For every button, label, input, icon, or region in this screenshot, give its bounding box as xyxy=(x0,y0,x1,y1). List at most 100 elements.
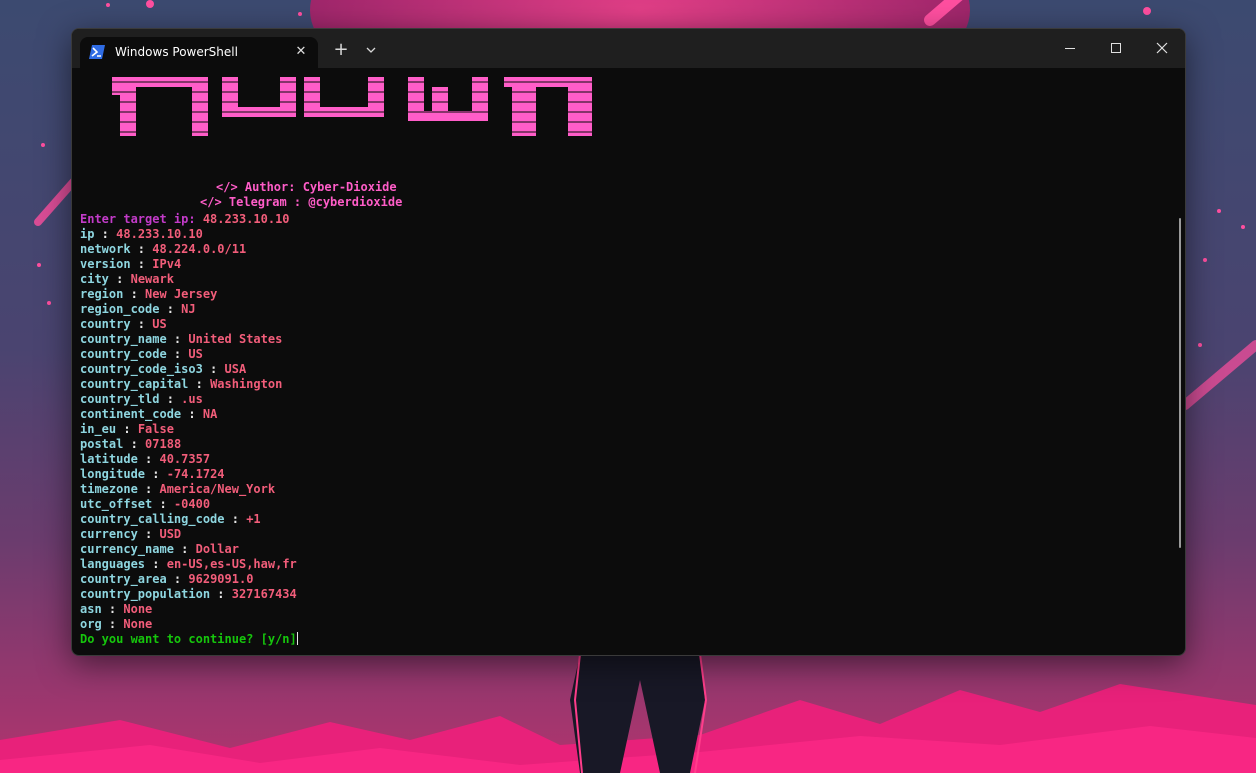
field-key: longitude xyxy=(80,467,146,481)
ascii-banner-logo xyxy=(112,77,592,136)
result-line: country_tld : .us xyxy=(80,392,298,407)
field-separator: : xyxy=(224,512,247,526)
terminal-output[interactable]: </> Author: Cyber-Dioxide </> Telegram :… xyxy=(72,68,1185,655)
result-line: longitude : -74.1724 xyxy=(80,467,298,482)
field-key: country_code xyxy=(80,347,167,361)
close-icon xyxy=(1156,42,1168,54)
field-separator: : xyxy=(145,557,167,571)
result-line: ip : 48.233.10.10 xyxy=(80,227,298,242)
field-separator: : xyxy=(145,467,167,481)
field-separator: : xyxy=(159,392,182,406)
field-value: New Jersey xyxy=(145,287,218,301)
field-value: US xyxy=(152,317,167,331)
field-value: 327167434 xyxy=(231,587,297,601)
result-line: org : None xyxy=(80,617,298,632)
field-key: country xyxy=(80,317,131,331)
tab-title: Windows PowerShell xyxy=(115,45,238,59)
field-separator: : xyxy=(137,452,160,466)
field-key: postal xyxy=(80,437,124,451)
result-line: asn : None xyxy=(80,602,298,617)
field-separator: : xyxy=(137,527,160,541)
field-key: utc_offset xyxy=(80,497,153,511)
field-separator: : xyxy=(166,572,189,586)
prompt-value: 48.233.10.10 xyxy=(202,212,290,226)
field-value: 48.233.10.10 xyxy=(116,227,203,241)
field-key: continent_code xyxy=(80,407,182,421)
chevron-down-icon[interactable] xyxy=(361,39,381,61)
field-separator: : xyxy=(101,602,124,616)
maximize-button[interactable] xyxy=(1093,29,1139,68)
close-window-button[interactable] xyxy=(1139,29,1185,68)
field-value: NA xyxy=(202,407,218,421)
field-separator: : xyxy=(130,317,153,331)
field-separator: : xyxy=(108,272,131,286)
continue-prompt[interactable]: Do you want to continue? [y/n] xyxy=(80,632,298,647)
field-key: country_tld xyxy=(80,392,160,406)
result-line: currency : USD xyxy=(80,527,298,542)
field-separator: : xyxy=(130,242,153,256)
field-key: in_eu xyxy=(80,422,117,436)
field-value: .us xyxy=(181,392,203,406)
field-key: region_code xyxy=(80,302,160,316)
field-key: country_name xyxy=(80,332,167,346)
field-key: version xyxy=(80,257,131,271)
field-value: America/New_York xyxy=(159,482,276,496)
result-fields: ip : 48.233.10.10 network : 48.224.0.0/11… xyxy=(80,227,298,632)
result-line: currency_name : Dollar xyxy=(80,542,298,557)
field-key: country_calling_code xyxy=(80,512,225,526)
result-line: country_capital : Washington xyxy=(80,377,298,392)
result-line: region : New Jersey xyxy=(80,287,298,302)
field-value: en-US,es-US,haw,fr xyxy=(166,557,297,571)
result-line: version : IPv4 xyxy=(80,257,298,272)
field-value: +1 xyxy=(246,512,261,526)
field-value: False xyxy=(137,422,174,436)
field-value: -0400 xyxy=(173,497,211,511)
minimize-button[interactable] xyxy=(1047,29,1093,68)
close-tab-icon[interactable]: ✕ xyxy=(291,42,311,62)
field-separator: : xyxy=(166,347,189,361)
result-line: region_code : NJ xyxy=(80,302,298,317)
maximize-icon xyxy=(1111,43,1121,53)
tab-windows-powershell[interactable]: Windows PowerShell ✕ xyxy=(80,37,318,68)
result-line: continent_code : NA xyxy=(80,407,298,422)
field-key: currency xyxy=(80,527,138,541)
field-separator: : xyxy=(188,377,211,391)
field-key: country_area xyxy=(80,572,167,586)
title-bar[interactable]: Windows PowerShell ✕ + xyxy=(72,29,1185,68)
field-key: network xyxy=(80,242,131,256)
result-line: country_code : US xyxy=(80,347,298,362)
field-separator: : xyxy=(202,362,225,376)
field-value: NJ xyxy=(181,302,196,316)
field-value: Newark xyxy=(130,272,174,286)
field-key: country_capital xyxy=(80,377,189,391)
minimize-icon xyxy=(1065,48,1075,49)
result-line: country_population : 327167434 xyxy=(80,587,298,602)
result-line: timezone : America/New_York xyxy=(80,482,298,497)
text-cursor xyxy=(296,632,298,645)
telegram-line: </> Telegram : @cyberdioxide xyxy=(200,195,403,209)
field-separator: : xyxy=(181,407,203,421)
field-value: 07188 xyxy=(145,437,182,451)
result-line: country_calling_code : +1 xyxy=(80,512,298,527)
field-separator: : xyxy=(116,422,138,436)
result-line: city : Newark xyxy=(80,272,298,287)
field-key: country_code_iso3 xyxy=(80,362,203,376)
result-line: country : US xyxy=(80,317,298,332)
field-separator: : xyxy=(210,587,232,601)
field-value: United States xyxy=(188,332,283,346)
powershell-icon xyxy=(89,45,105,59)
field-value: Dollar xyxy=(195,542,239,556)
field-key: city xyxy=(80,272,109,286)
field-key: region xyxy=(80,287,124,301)
field-separator: : xyxy=(173,542,196,556)
target-ip-prompt: Enter target ip: 48.233.10.10 xyxy=(80,212,298,227)
field-separator: : xyxy=(166,332,189,346)
field-separator: : xyxy=(101,617,124,631)
result-line: country_name : United States xyxy=(80,332,298,347)
field-key: ip xyxy=(80,227,95,241)
new-tab-button[interactable]: + xyxy=(330,39,352,61)
scrollbar[interactable] xyxy=(1179,218,1181,548)
field-separator: : xyxy=(152,497,174,511)
continue-prompt-text: Do you want to continue? [y/n] xyxy=(80,632,297,646)
field-key: currency_name xyxy=(80,542,174,556)
